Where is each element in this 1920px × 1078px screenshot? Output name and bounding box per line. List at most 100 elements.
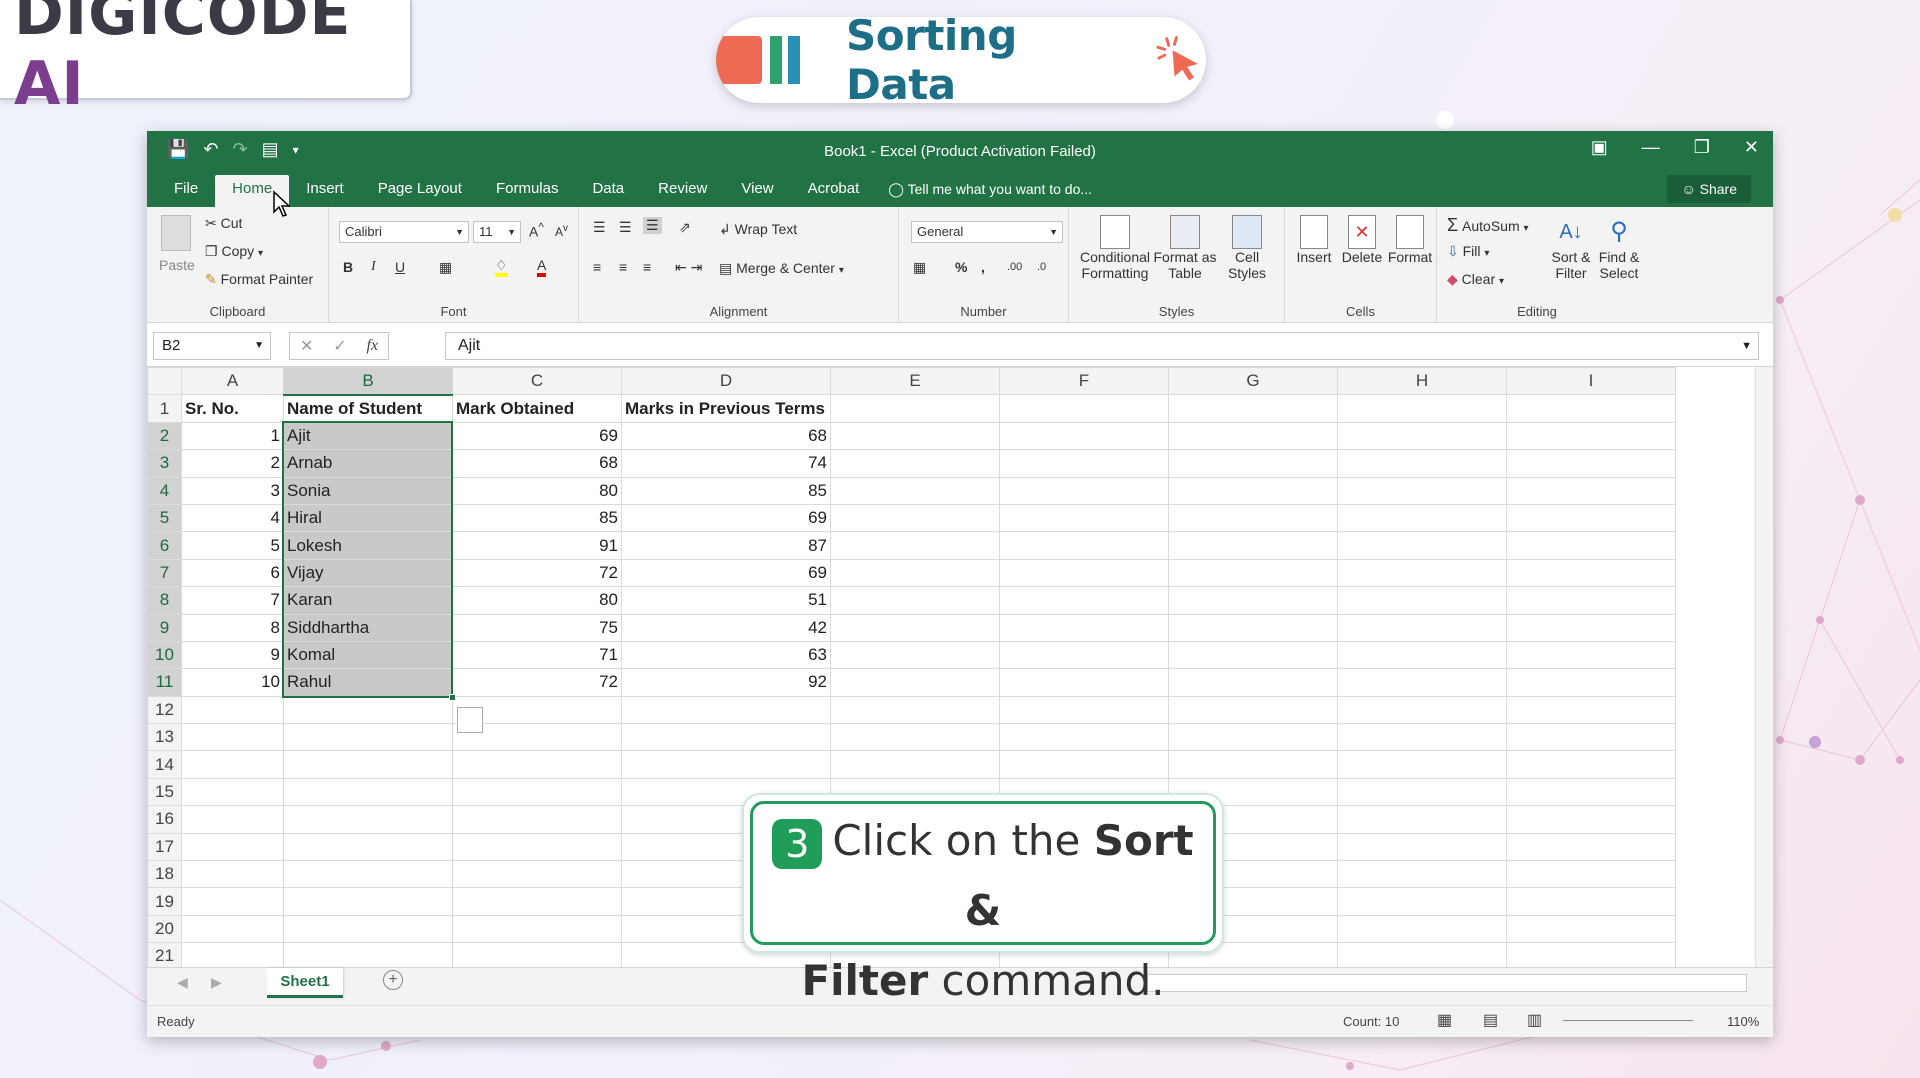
row-header[interactable]: 8 bbox=[147, 586, 182, 615]
row-header[interactable]: 7 bbox=[147, 558, 182, 588]
cell-d1[interactable]: Marks in Previous Terms bbox=[621, 394, 831, 423]
cell-styles-button[interactable]: Cell Styles bbox=[1219, 215, 1275, 281]
font-color-icon[interactable]: A bbox=[537, 257, 547, 277]
conditional-formatting-button[interactable]: Conditional Formatting bbox=[1077, 215, 1153, 281]
row-header[interactable]: 10 bbox=[147, 640, 182, 670]
empty-cell[interactable] bbox=[830, 531, 1000, 560]
indent-icons[interactable]: ⇤ ⇥ bbox=[675, 259, 702, 276]
paste-button[interactable]: Paste bbox=[159, 257, 195, 273]
empty-cell[interactable] bbox=[1168, 640, 1338, 670]
empty-cell[interactable] bbox=[1506, 558, 1676, 588]
next-sheet-icon[interactable]: ▶ bbox=[211, 974, 222, 991]
insert-function-icon[interactable]: fx bbox=[367, 337, 379, 355]
delete-cells-button[interactable]: ✕ Delete bbox=[1339, 215, 1385, 265]
row-header[interactable]: 17 bbox=[147, 832, 182, 862]
cell-c1[interactable]: Mark Obtained bbox=[452, 394, 622, 423]
row-header[interactable]: 1 bbox=[147, 394, 182, 423]
empty-cell[interactable] bbox=[283, 695, 453, 725]
cell-previous-marks[interactable]: 42 bbox=[621, 613, 831, 642]
ribbon-display-icon[interactable]: ▣ bbox=[1591, 137, 1608, 158]
empty-cell[interactable] bbox=[1168, 394, 1338, 423]
empty-cell[interactable] bbox=[999, 613, 1169, 642]
row-header[interactable]: 2 bbox=[147, 421, 182, 451]
empty-cell[interactable] bbox=[181, 914, 284, 944]
col-header-e[interactable]: E bbox=[830, 367, 1000, 396]
empty-cell[interactable] bbox=[181, 860, 284, 889]
vertical-scrollbar[interactable] bbox=[1755, 367, 1773, 967]
insert-cells-button[interactable]: Insert bbox=[1291, 215, 1337, 265]
cell-sr-no[interactable]: 1 bbox=[181, 421, 284, 451]
cell-sr-no[interactable]: 6 bbox=[181, 558, 284, 588]
empty-cell[interactable] bbox=[1337, 860, 1507, 889]
col-header-b[interactable]: B bbox=[283, 367, 453, 396]
empty-cell[interactable] bbox=[999, 668, 1169, 697]
cell-previous-marks[interactable]: 74 bbox=[621, 449, 831, 478]
select-all-corner[interactable] bbox=[147, 367, 182, 396]
empty-cell[interactable] bbox=[999, 640, 1169, 670]
empty-cell[interactable] bbox=[1337, 723, 1507, 752]
empty-cell[interactable] bbox=[1337, 668, 1507, 697]
row-header[interactable]: 11 bbox=[147, 668, 182, 697]
cell-previous-marks[interactable]: 63 bbox=[621, 640, 831, 670]
empty-cell[interactable] bbox=[452, 750, 622, 779]
cell-mark-obtained[interactable]: 72 bbox=[452, 558, 622, 588]
restore-icon[interactable]: ❐ bbox=[1694, 137, 1710, 158]
empty-cell[interactable] bbox=[283, 832, 453, 862]
orientation-icon[interactable]: ⇗ bbox=[679, 219, 691, 236]
empty-cell[interactable] bbox=[1506, 394, 1676, 423]
row-header[interactable]: 13 bbox=[147, 723, 182, 752]
empty-cell[interactable] bbox=[1168, 476, 1338, 505]
cell-student-name[interactable]: Siddhartha bbox=[283, 613, 453, 642]
comma-button[interactable]: , bbox=[981, 259, 985, 275]
merge-center-button[interactable]: ▤ Merge & Center ▾ bbox=[719, 260, 844, 277]
empty-cell[interactable] bbox=[1506, 421, 1676, 451]
align-right-icon[interactable]: ≡ bbox=[643, 259, 651, 275]
cell-sr-no[interactable]: 2 bbox=[181, 449, 284, 478]
empty-cell[interactable] bbox=[999, 421, 1169, 451]
tab-data[interactable]: Data bbox=[575, 175, 641, 207]
cell-student-name[interactable]: Rahul bbox=[283, 668, 453, 697]
empty-cell[interactable] bbox=[283, 723, 453, 752]
empty-cell[interactable] bbox=[181, 750, 284, 779]
empty-cell[interactable] bbox=[1337, 832, 1507, 862]
share-button[interactable]: ☺ Share bbox=[1667, 175, 1751, 203]
empty-cell[interactable] bbox=[1337, 695, 1507, 725]
row-header[interactable]: 4 bbox=[147, 476, 182, 505]
empty-cell[interactable] bbox=[452, 777, 622, 807]
cell-previous-marks[interactable]: 68 bbox=[621, 421, 831, 451]
row-header[interactable]: 19 bbox=[147, 887, 182, 916]
empty-cell[interactable] bbox=[1168, 531, 1338, 560]
cancel-icon[interactable]: ✕ bbox=[300, 336, 313, 356]
empty-cell[interactable] bbox=[1168, 503, 1338, 533]
empty-cell[interactable] bbox=[1506, 750, 1676, 779]
cell-sr-no[interactable]: 7 bbox=[181, 586, 284, 615]
row-header[interactable]: 12 bbox=[147, 695, 182, 725]
empty-cell[interactable] bbox=[621, 750, 831, 779]
cell-sr-no[interactable]: 5 bbox=[181, 531, 284, 560]
sheet-tab-sheet1[interactable]: Sheet1 bbox=[267, 968, 343, 998]
empty-cell[interactable] bbox=[1168, 723, 1338, 752]
prev-sheet-icon[interactable]: ◀ bbox=[177, 974, 188, 991]
empty-cell[interactable] bbox=[283, 914, 453, 944]
close-icon[interactable]: ✕ bbox=[1744, 137, 1759, 158]
tab-formulas[interactable]: Formulas bbox=[479, 175, 576, 207]
empty-cell[interactable] bbox=[999, 558, 1169, 588]
accounting-icon[interactable]: ▦ bbox=[913, 259, 926, 276]
empty-cell[interactable] bbox=[1337, 805, 1507, 834]
empty-cell[interactable] bbox=[621, 723, 831, 752]
empty-cell[interactable] bbox=[452, 805, 622, 834]
tab-review[interactable]: Review bbox=[641, 175, 724, 207]
empty-cell[interactable] bbox=[830, 613, 1000, 642]
empty-cell[interactable] bbox=[1506, 668, 1676, 697]
empty-cell[interactable] bbox=[1506, 449, 1676, 478]
grow-font-icon[interactable]: A^ bbox=[529, 221, 544, 240]
empty-cell[interactable] bbox=[1506, 723, 1676, 752]
empty-cell[interactable] bbox=[830, 668, 1000, 697]
cell-student-name[interactable]: Sonia bbox=[283, 476, 453, 505]
empty-cell[interactable] bbox=[1506, 640, 1676, 670]
empty-cell[interactable] bbox=[830, 695, 1000, 725]
empty-cell[interactable] bbox=[1506, 503, 1676, 533]
empty-cell[interactable] bbox=[1168, 449, 1338, 478]
col-header-h[interactable]: H bbox=[1337, 367, 1507, 396]
cell-previous-marks[interactable]: 85 bbox=[621, 476, 831, 505]
